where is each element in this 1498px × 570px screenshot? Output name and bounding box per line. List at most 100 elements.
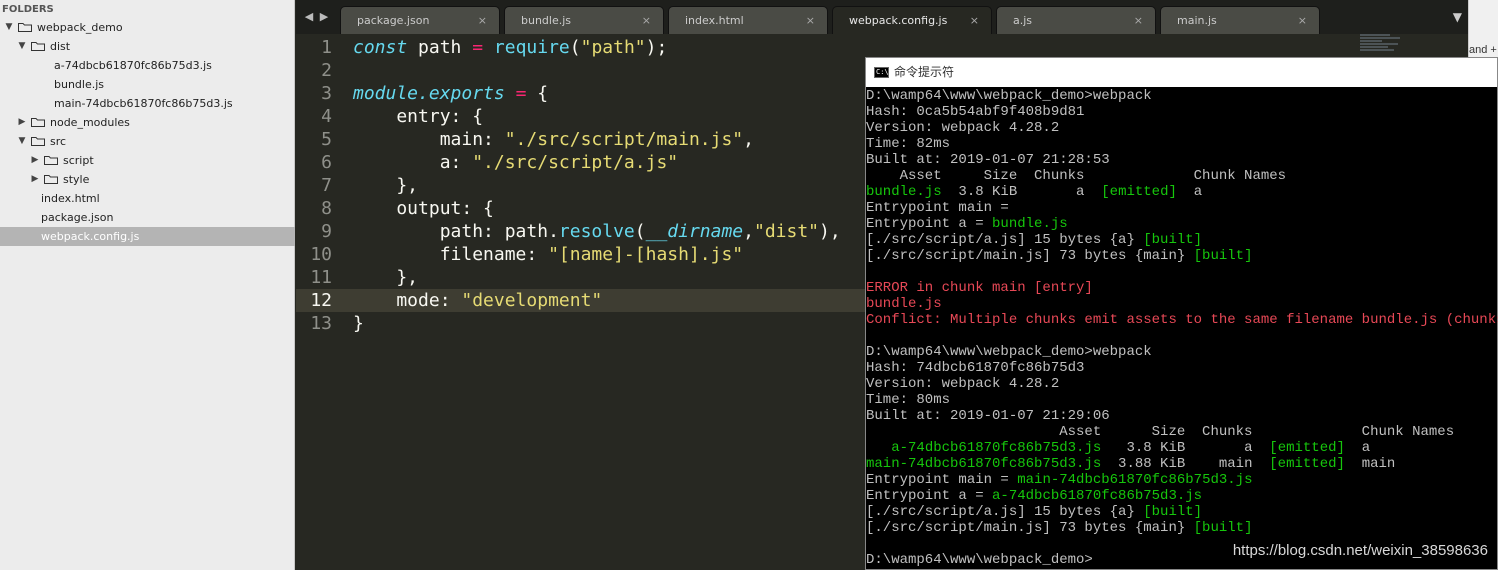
chevron-down-icon[interactable]: ▼ <box>17 132 27 151</box>
code-token: , <box>743 129 754 150</box>
code-text: const path = require("path"); <box>353 36 667 59</box>
console-text: [built] <box>1143 504 1203 520</box>
sidebar: FOLDERS ▼ webpack_demo ▼ dist a-74dbcb61870f… <box>0 0 295 570</box>
tab-prev-icon[interactable]: ◀ <box>302 10 316 23</box>
line-number: 3 <box>321 83 332 104</box>
close-icon[interactable]: × <box>642 7 651 35</box>
console-text: [emitted] <box>1269 440 1345 456</box>
folder-icon <box>44 156 58 165</box>
console-line: Time: 80ms <box>866 392 950 408</box>
chevron-right-icon[interactable]: ▶ <box>30 170 40 189</box>
console-line: main-74dbcb61870fc86b75d3.js 3.88 KiB ma… <box>866 456 1395 472</box>
command-prompt-window[interactable]: C:\ 命令提示符 D:\wamp64\www\webpack_demo>web… <box>865 57 1498 570</box>
console-line: Conflict: Multiple chunks emit assets to… <box>866 312 1498 328</box>
code-token: mode: <box>353 290 462 311</box>
tab-dropdown-icon[interactable]: ▼ <box>1453 10 1462 24</box>
code-text: entry: { <box>353 105 483 128</box>
close-icon[interactable]: × <box>1298 7 1307 35</box>
code-token: exports <box>428 83 505 104</box>
tree-folder-dist[interactable]: ▼ dist <box>0 37 295 56</box>
tree-file-main-hash[interactable]: main-74dbcb61870fc86b75d3.js <box>0 94 295 113</box>
console-text: [./src/script/main.js] 73 bytes {main} <box>866 248 1194 264</box>
tree-item-label: script <box>63 154 94 167</box>
close-icon[interactable]: × <box>478 7 487 35</box>
tab-label: package.json <box>357 14 430 27</box>
tab-a-js[interactable]: a.js × <box>996 6 1156 34</box>
tree-item-label: webpack.config.js <box>41 230 140 243</box>
code-line[interactable]: 1 const path = require("path"); <box>296 36 1468 59</box>
line-number: 11 <box>310 267 332 288</box>
console-line: Entrypoint main = <box>866 200 1009 216</box>
code-token: ( <box>569 37 581 58</box>
chevron-down-icon[interactable]: ▼ <box>17 37 27 56</box>
tree-item-label: index.html <box>41 192 100 205</box>
tab-index-html[interactable]: index.html × <box>668 6 828 34</box>
code-text: }, <box>353 266 418 289</box>
code-token: path: path. <box>353 221 559 242</box>
tree-item-label: src <box>50 135 67 148</box>
tree-folder-webpack-demo[interactable]: ▼ webpack_demo <box>0 18 295 37</box>
folder-icon <box>44 175 58 184</box>
code-token: }, <box>353 267 419 288</box>
chevron-right-icon[interactable]: ▶ <box>17 113 27 132</box>
console-text: [emitted] <box>1269 456 1345 472</box>
tree-folder-script[interactable]: ▶ script <box>0 151 295 170</box>
console-line: Hash: 0ca5b54abf9f408b9d81 <box>866 104 1084 120</box>
tree-file-bundle[interactable]: bundle.js <box>0 75 295 94</box>
console-text: Entrypoint a = <box>866 488 993 504</box>
console-text: 3.8 KiB a <box>941 184 1102 200</box>
tree-folder-style[interactable]: ▶ style <box>0 170 295 189</box>
tree-file-a-hash[interactable]: a-74dbcb61870fc86b75d3.js <box>0 56 295 75</box>
tab-main-js[interactable]: main.js × <box>1160 6 1320 34</box>
code-text: a: "./src/script/a.js" <box>353 151 678 174</box>
folder-open-icon <box>31 137 45 146</box>
code-token: { <box>526 83 549 104</box>
code-token: entry: { <box>353 106 484 127</box>
tree-folder-src[interactable]: ▼ src <box>0 132 295 151</box>
tree-file-webpack-config[interactable]: webpack.config.js <box>0 227 295 246</box>
code-token: "./src/script/a.js" <box>472 152 679 173</box>
tab-label: webpack.config.js <box>849 14 948 27</box>
line-number: 1 <box>321 37 332 58</box>
console-line: [./src/script/main.js] 73 bytes {main} [… <box>866 248 1252 264</box>
tree-file-package-json[interactable]: package.json <box>0 208 295 227</box>
code-token: , <box>743 221 754 242</box>
console-text: Hash: 0ca5b54abf9f408b9d81 <box>866 104 1085 120</box>
console-line: Version: webpack 4.28.2 <box>866 376 1059 392</box>
console-text: Time: 82ms <box>866 136 951 152</box>
chevron-right-icon[interactable]: ▶ <box>30 151 40 170</box>
tree-item-label: style <box>63 173 90 186</box>
code-token: const <box>353 37 408 58</box>
console-text: 3.8 KiB a <box>1101 440 1270 456</box>
tab-bundle-js[interactable]: bundle.js × <box>504 6 664 34</box>
close-icon[interactable]: × <box>806 7 815 35</box>
code-text: }, <box>353 174 418 197</box>
minimap[interactable] <box>1360 34 1450 58</box>
console-line: Entrypoint a = a-74dbcb61870fc86b75d3.js <box>866 488 1202 504</box>
close-icon[interactable]: × <box>1134 7 1143 35</box>
tab-webpack-config-js[interactable]: webpack.config.js × <box>832 6 992 34</box>
tree-item-label: bundle.js <box>54 78 105 91</box>
code-text: } <box>353 312 364 335</box>
tab-next-icon[interactable]: ▶ <box>317 10 331 23</box>
chevron-down-icon[interactable]: ▼ <box>4 18 14 37</box>
console-line: Built at: 2019-01-07 21:28:53 <box>866 152 1110 168</box>
tree-folder-node-modules[interactable]: ▶ node_modules <box>0 113 295 132</box>
console-text: 3.88 KiB main <box>1101 456 1270 472</box>
console-line: Asset Size Chunks Chunk Names <box>866 424 1454 440</box>
code-token: "path" <box>580 37 646 58</box>
console-line: Hash: 74dbcb61870fc86b75d3 <box>866 360 1084 376</box>
cmd-console-output[interactable]: D:\wamp64\www\webpack_demo>webpack Hash: … <box>866 88 1498 570</box>
console-line: ERROR in chunk main [entry] <box>866 280 1093 296</box>
console-line: [./src/script/main.js] 73 bytes {main} [… <box>866 520 1252 536</box>
close-icon[interactable]: × <box>970 7 979 35</box>
tree-file-index-html[interactable]: index.html <box>0 189 295 208</box>
cmd-titlebar[interactable]: C:\ 命令提示符 <box>866 58 1497 87</box>
line-number: 2 <box>321 60 332 81</box>
tree-item-label: a-74dbcb61870fc86b75d3.js <box>54 59 212 72</box>
console-line: [./src/script/a.js] 15 bytes {a} [built] <box>866 504 1202 520</box>
console-line: Built at: 2019-01-07 21:29:06 <box>866 408 1110 424</box>
tab-label: index.html <box>685 14 744 27</box>
code-token: output: { <box>353 198 494 219</box>
tab-package-json[interactable]: package.json × <box>340 6 500 34</box>
